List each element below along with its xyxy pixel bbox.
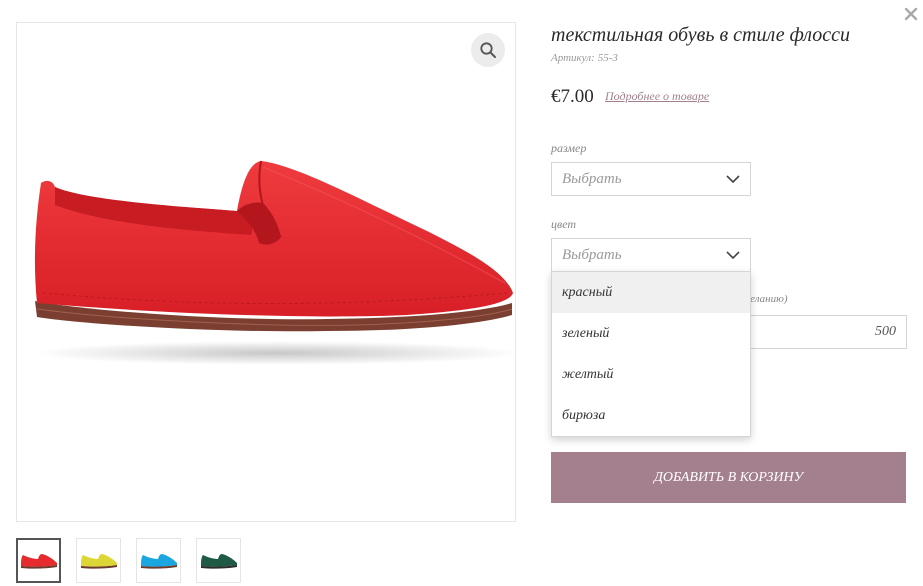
add-to-cart-button[interactable]: ДОБАВИТЬ В КОРЗИНУ (551, 452, 906, 503)
size-select-value: Выбрать (562, 170, 622, 187)
price: €7.00 (551, 86, 594, 107)
close-button[interactable] (904, 6, 918, 21)
sku: Артикул: 55-3 (551, 52, 618, 64)
chevron-down-icon (726, 251, 740, 259)
chevron-down-icon (726, 175, 740, 183)
thumbnail-image (80, 553, 117, 569)
size-label: размер (551, 141, 587, 155)
thumbnail-green[interactable] (196, 538, 241, 583)
color-select[interactable]: Выбрать (551, 238, 751, 272)
sku-value: 55-3 (597, 52, 618, 64)
color-label: цвет (551, 217, 577, 231)
amount-input[interactable]: 500 (740, 315, 907, 349)
color-option-green[interactable]: зеленый (552, 313, 750, 354)
color-select-value: Выбрать (562, 246, 622, 263)
color-option-yellow[interactable]: желтый (552, 354, 750, 395)
close-icon (904, 7, 918, 21)
size-select[interactable]: Выбрать (551, 162, 751, 196)
product-title: текстильная обувь в стиле флосси (551, 24, 850, 46)
thumbnail-red[interactable] (16, 538, 61, 583)
magnifier-icon (480, 42, 496, 58)
thumbnail-blue[interactable] (136, 538, 181, 583)
color-option-turquoise[interactable]: бирюза (552, 395, 750, 436)
thumbnail-yellow[interactable] (76, 538, 121, 583)
thumbnail-strip (16, 538, 241, 583)
thumbnail-image (200, 553, 237, 569)
color-dropdown: красный зеленый желтый бирюза (551, 271, 751, 437)
sku-label: Артикул: (551, 52, 595, 64)
product-image (32, 160, 515, 365)
zoom-button[interactable] (471, 33, 505, 67)
color-option-red[interactable]: красный (552, 272, 750, 313)
product-image-frame (16, 22, 516, 522)
details-link[interactable]: Подробнее о товаре (605, 89, 709, 104)
thumbnail-image (140, 553, 177, 569)
thumbnail-image (20, 553, 57, 569)
